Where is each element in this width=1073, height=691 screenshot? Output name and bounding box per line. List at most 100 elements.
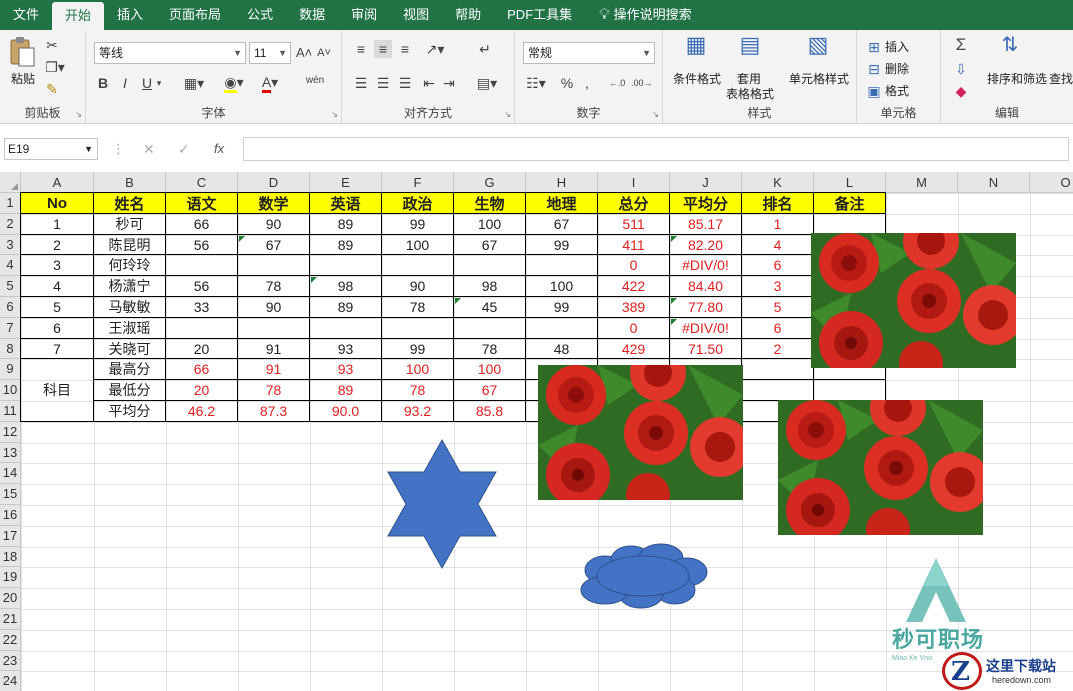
table-header-cell[interactable]: 姓名 bbox=[94, 193, 166, 214]
table-cell[interactable]: 411 bbox=[598, 235, 670, 255]
column-header[interactable]: K bbox=[742, 172, 814, 193]
table-cell[interactable]: 98 bbox=[310, 276, 382, 297]
table-cell[interactable] bbox=[454, 255, 526, 276]
error-indicator-icon[interactable] bbox=[311, 277, 317, 283]
table-cell[interactable] bbox=[526, 318, 598, 339]
clear-icon[interactable]: ◆ bbox=[951, 82, 971, 100]
bottom-align-icon[interactable]: ≡ bbox=[396, 40, 414, 58]
increase-decimal-icon[interactable]: ←.0 bbox=[607, 74, 627, 92]
star-shape[interactable] bbox=[386, 438, 498, 570]
table-cell[interactable]: 20 bbox=[166, 339, 238, 359]
table-cell[interactable]: #DIV/0! bbox=[670, 318, 742, 339]
table-cell[interactable]: 6 bbox=[742, 255, 814, 276]
align-center-icon[interactable]: ☰ bbox=[374, 74, 392, 92]
conditional-formatting-button[interactable]: 条件格式 bbox=[667, 70, 727, 87]
table-cell[interactable] bbox=[742, 359, 814, 380]
table-cell[interactable] bbox=[166, 255, 238, 276]
tab-page-layout[interactable]: 页面布局 bbox=[156, 0, 234, 30]
column-header[interactable]: L bbox=[814, 172, 886, 193]
italic-button[interactable]: I bbox=[118, 74, 132, 92]
chevron-down-icon[interactable]: ▾ bbox=[154, 74, 164, 92]
table-cell[interactable] bbox=[166, 318, 238, 339]
table-header-cell[interactable]: 总分 bbox=[598, 193, 670, 214]
column-header[interactable]: C bbox=[166, 172, 238, 193]
column-header[interactable]: M bbox=[886, 172, 958, 193]
table-cell[interactable]: 90 bbox=[382, 276, 454, 297]
table-cell[interactable]: 6 bbox=[21, 318, 94, 339]
format-cells-button[interactable]: 格式 bbox=[885, 82, 909, 99]
table-cell[interactable]: 0 bbox=[598, 318, 670, 339]
row-header[interactable]: 2 bbox=[0, 214, 21, 235]
table-cell[interactable] bbox=[742, 380, 814, 401]
top-align-icon[interactable]: ≡ bbox=[352, 40, 370, 58]
table-cell[interactable]: 4 bbox=[21, 276, 94, 297]
table-cell[interactable]: 67 bbox=[454, 235, 526, 255]
dialog-launcher-icon[interactable]: ↘ bbox=[331, 110, 338, 119]
percent-icon[interactable]: % bbox=[559, 74, 575, 92]
rose-image[interactable] bbox=[778, 400, 983, 535]
tab-view[interactable]: 视图 bbox=[390, 0, 442, 30]
table-cell[interactable]: 56 bbox=[166, 235, 238, 255]
table-header-cell[interactable]: 平均分 bbox=[670, 193, 742, 214]
enter-icon[interactable]: ✓ bbox=[178, 138, 190, 160]
table-cell[interactable] bbox=[454, 318, 526, 339]
format-as-table-label-2[interactable]: 表格格式 bbox=[725, 85, 775, 102]
tab-home[interactable]: 开始 bbox=[52, 2, 105, 30]
sort-filter-icon[interactable]: ⇅ bbox=[997, 35, 1023, 55]
row-header[interactable]: 19 bbox=[0, 567, 21, 588]
summary-cell[interactable]: 78 bbox=[238, 380, 310, 401]
summary-cell[interactable]: 93 bbox=[310, 359, 382, 380]
table-cell[interactable] bbox=[310, 318, 382, 339]
fill-color-icon[interactable]: ◉▾ bbox=[222, 73, 246, 93]
error-indicator-icon[interactable] bbox=[455, 298, 461, 304]
align-left-icon[interactable]: ☰ bbox=[352, 74, 370, 92]
summary-cell[interactable]: 89 bbox=[310, 380, 382, 401]
table-header-cell[interactable]: 英语 bbox=[310, 193, 382, 214]
wrap-text-icon[interactable]: ↵ bbox=[476, 40, 494, 58]
worksheet-grid[interactable]: ABCDEFGHIJKLMNO 1 2 3 4 5 6 7 8 9 10 11 12 13 14 15 16 1… bbox=[0, 172, 1073, 691]
table-cell[interactable]: 99 bbox=[382, 214, 454, 235]
table-cell[interactable] bbox=[310, 255, 382, 276]
font-name-combo[interactable]: 等线 ▼ bbox=[94, 42, 246, 64]
border-icon[interactable]: ▦▾ bbox=[182, 74, 206, 92]
table-cell[interactable]: 1 bbox=[21, 214, 94, 235]
table-header-cell[interactable]: 语文 bbox=[166, 193, 238, 214]
table-cell[interactable]: 马敏敏 bbox=[94, 297, 166, 318]
tab-file[interactable]: 文件 bbox=[0, 0, 52, 30]
formula-input[interactable] bbox=[243, 137, 1069, 161]
table-header-cell[interactable]: No bbox=[21, 193, 94, 214]
row-header[interactable]: 1 bbox=[0, 193, 21, 214]
table-cell[interactable]: 5 bbox=[21, 297, 94, 318]
summary-cell[interactable]: 87.3 bbox=[238, 401, 310, 422]
table-header-cell[interactable]: 排名 bbox=[742, 193, 814, 214]
cancel-icon[interactable]: ✕ bbox=[143, 138, 155, 160]
copy-icon[interactable]: ❐▾ bbox=[42, 58, 68, 76]
autosum-icon[interactable]: Σ bbox=[951, 36, 971, 54]
table-cell[interactable]: 85.17 bbox=[670, 214, 742, 235]
column-header[interactable]: I bbox=[598, 172, 670, 193]
table-cell[interactable]: 98 bbox=[454, 276, 526, 297]
table-cell[interactable]: 45 bbox=[454, 297, 526, 318]
summary-cell[interactable]: 20 bbox=[166, 380, 238, 401]
table-cell[interactable]: 100 bbox=[454, 214, 526, 235]
font-color-icon[interactable]: A▾ bbox=[258, 73, 282, 93]
table-cell[interactable] bbox=[814, 380, 886, 401]
summary-cell[interactable]: 最低分 bbox=[94, 380, 166, 401]
table-cell[interactable]: 100 bbox=[526, 276, 598, 297]
column-header[interactable]: J bbox=[670, 172, 742, 193]
insert-cells-icon[interactable]: ⊞ bbox=[867, 38, 881, 56]
table-cell[interactable]: 1 bbox=[742, 214, 814, 235]
error-indicator-icon[interactable] bbox=[671, 236, 677, 242]
tell-me-search[interactable]: 操作说明搜索 bbox=[614, 0, 705, 30]
table-cell[interactable]: 2 bbox=[742, 339, 814, 359]
underline-button[interactable]: U bbox=[140, 74, 154, 92]
row-header[interactable]: 10 bbox=[0, 380, 21, 401]
summary-cell[interactable]: 85.8 bbox=[454, 401, 526, 422]
table-cell[interactable]: 99 bbox=[382, 339, 454, 359]
table-cell[interactable]: 陈昆明 bbox=[94, 235, 166, 255]
table-cell[interactable]: 90 bbox=[238, 297, 310, 318]
table-cell[interactable] bbox=[382, 255, 454, 276]
increase-font-icon[interactable]: A˄ bbox=[296, 44, 312, 62]
table-cell[interactable]: 89 bbox=[310, 235, 382, 255]
table-cell[interactable]: 100 bbox=[382, 235, 454, 255]
